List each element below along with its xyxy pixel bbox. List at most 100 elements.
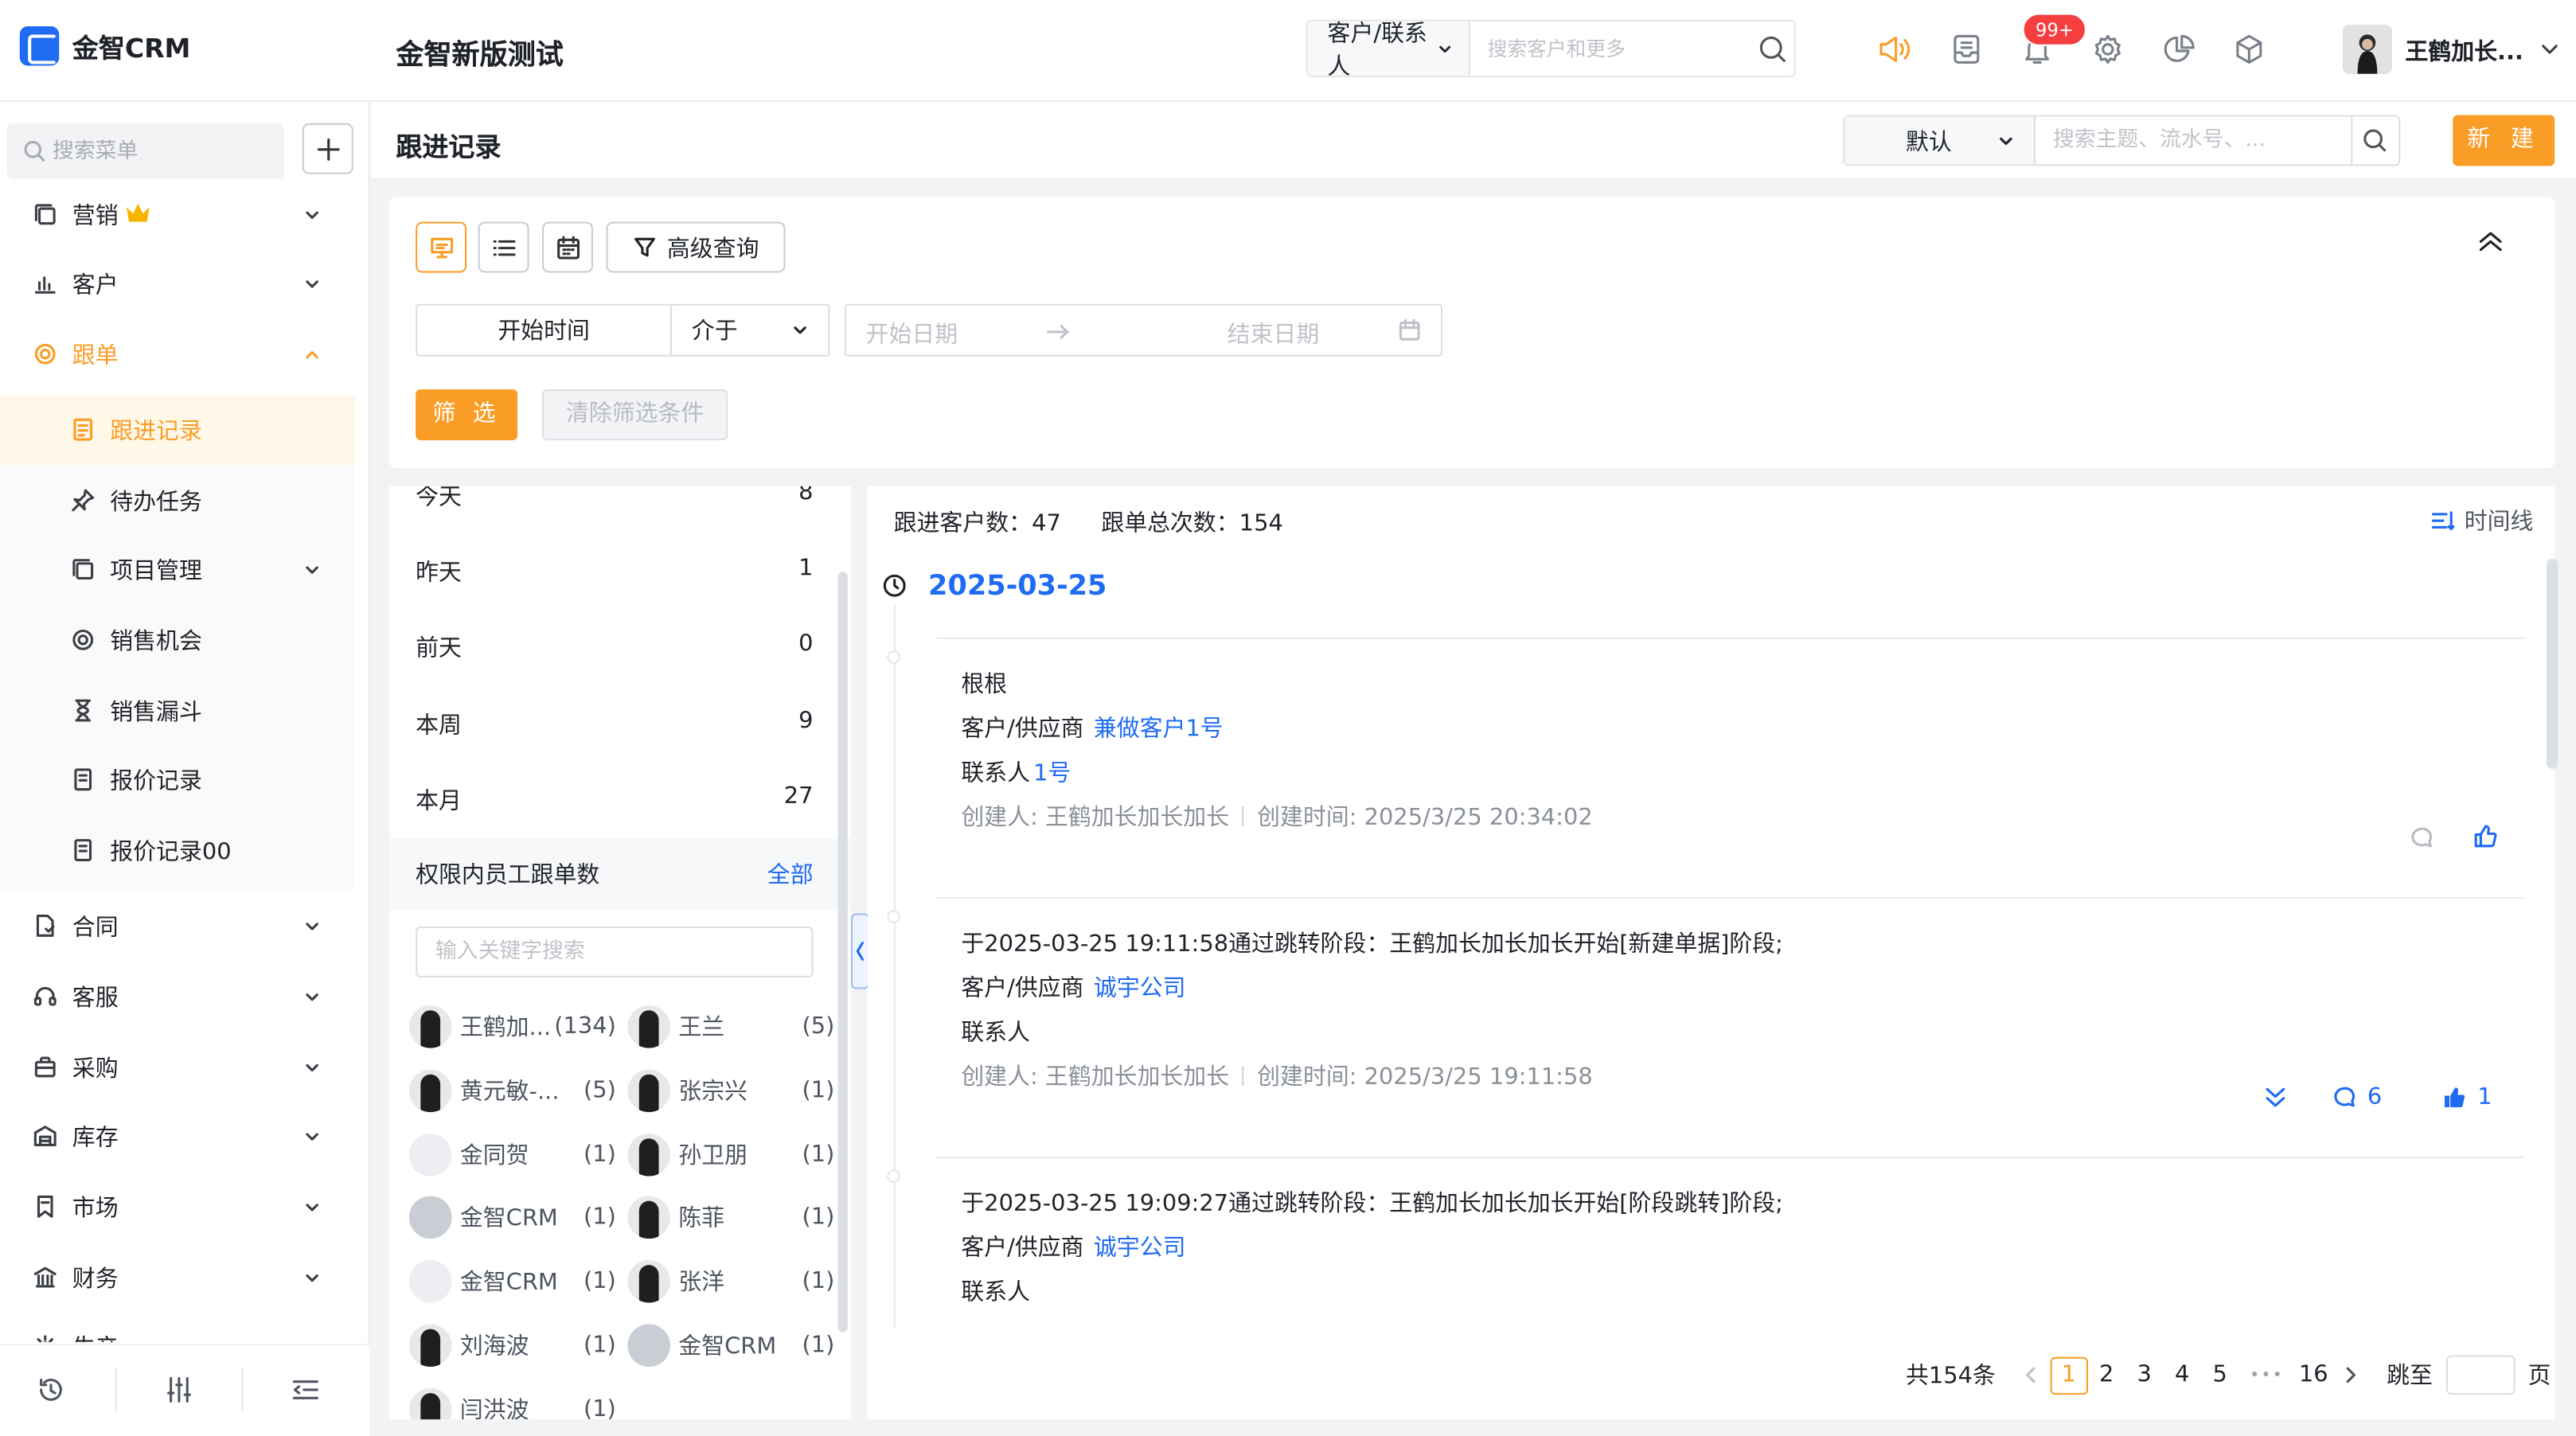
period-stat-row[interactable]: 昨天 1: [416, 556, 813, 588]
announcement-speaker-icon[interactable]: [1876, 31, 1912, 67]
user-avatar[interactable]: [2342, 24, 2392, 74]
global-search-input[interactable]: [1470, 21, 1751, 76]
expand-record-button[interactable]: [2262, 1084, 2289, 1110]
clear-filter-button[interactable]: 清除筛选条件: [542, 389, 728, 441]
like-button[interactable]: 1: [2441, 1084, 2492, 1110]
page-number[interactable]: 4: [2163, 1362, 2200, 1388]
next-page-icon[interactable]: [2332, 1365, 2370, 1385]
employee-item[interactable]: 金同贺 (1): [408, 1133, 616, 1176]
view-calendar-button[interactable]: [542, 221, 594, 273]
employee-item[interactable]: 刘海波 (1): [408, 1324, 616, 1368]
customer-link[interactable]: 诚宇公司: [1094, 1235, 1186, 1262]
sidebar-item[interactable]: 客户: [0, 250, 355, 319]
stats-scrollbar[interactable]: [837, 572, 848, 1333]
sidebar-item[interactable]: 采购: [0, 1033, 355, 1102]
view-select[interactable]: 默认: [1844, 116, 2035, 165]
panel-toggle-handle[interactable]: [851, 913, 869, 989]
period-stat-row[interactable]: 今天 8: [416, 486, 813, 513]
view-kanban-button[interactable]: [416, 221, 467, 273]
new-record-button[interactable]: 新 建: [2453, 115, 2555, 166]
user-name[interactable]: 王鹤加长...: [2405, 34, 2523, 67]
date-range-picker[interactable]: 开始日期 结束日期: [844, 303, 1443, 357]
employee-item[interactable]: 王鹤加... (134): [408, 1005, 616, 1048]
comment-button[interactable]: [2409, 825, 2435, 851]
view-list-button[interactable]: [478, 221, 529, 273]
sidebar-item[interactable]: 跟进记录: [0, 396, 355, 466]
page-number[interactable]: 5: [2201, 1362, 2238, 1388]
search-scope-select[interactable]: 客户/联系人: [1307, 21, 1471, 80]
employee-item[interactable]: 金智CRM... (1): [408, 1260, 616, 1303]
sidebar-item-label: 销售漏斗: [110, 700, 202, 727]
contact-link[interactable]: 1号: [1033, 761, 1071, 787]
jump-page-input[interactable]: [2445, 1355, 2516, 1395]
advanced-query-button[interactable]: 高级查询: [606, 221, 786, 273]
app-logo[interactable]: 金智CRM: [19, 26, 191, 66]
timeline-date: 2025-03-25: [928, 570, 1107, 603]
sidebar-item[interactable]: 营销: [0, 181, 355, 250]
timeline-view-toggle[interactable]: 时间线: [2431, 505, 2533, 537]
sidebar-item[interactable]: 销售漏斗: [0, 677, 355, 746]
search-icon[interactable]: [2350, 116, 2398, 165]
follow-up-record[interactable]: 根根 客户/供应商 兼做客户1号 联系人 1号 创建人: 王鹤加长加长加长 创建时间: 20…: [961, 667, 2505, 897]
employee-item[interactable]: 王兰 (5): [627, 1005, 834, 1048]
employee-item[interactable]: 黄元敏-... (5): [408, 1069, 616, 1112]
menu-search-input[interactable]: [53, 139, 267, 164]
sidebar-item[interactable]: 销售机会: [0, 607, 355, 676]
page-number[interactable]: 2: [2088, 1362, 2125, 1388]
sidebar-item[interactable]: 财务: [0, 1243, 355, 1313]
filter-operator-select[interactable]: 介于: [672, 306, 828, 355]
sidebar-item[interactable]: 生产: [0, 1313, 355, 1343]
pie-chart-icon[interactable]: [2160, 31, 2196, 67]
sidebar-item[interactable]: 合同: [0, 892, 355, 962]
employee-item[interactable]: 陈菲 (1): [627, 1196, 834, 1239]
start-date-placeholder[interactable]: 开始日期: [866, 317, 958, 349]
employee-item[interactable]: 张洋 (1): [627, 1260, 834, 1303]
period-stat-row[interactable]: 本月 27: [416, 783, 813, 816]
period-stat-row[interactable]: 前天 0: [416, 630, 813, 663]
history-icon[interactable]: [36, 1375, 65, 1404]
page-ellipsis[interactable]: •••: [2238, 1366, 2294, 1384]
page-number[interactable]: 16: [2295, 1362, 2332, 1388]
sidebar-item[interactable]: 待办任务: [0, 466, 355, 536]
sidebar-item[interactable]: 市场: [0, 1173, 355, 1243]
sidebar-item[interactable]: 跟单: [0, 320, 355, 389]
sidebar-item-label: 跟单: [72, 343, 119, 370]
show-all-link[interactable]: 全部: [767, 857, 814, 890]
sliders-icon[interactable]: [164, 1375, 193, 1404]
filter-field-select[interactable]: 开始时间: [417, 305, 673, 355]
like-button[interactable]: [2473, 823, 2499, 849]
follow-up-record[interactable]: 于2025-03-25 19:11:58通过跳转阶段：王鹤加长加长加长开始[新建…: [961, 927, 2505, 1157]
timeline-scrollbar[interactable]: [2546, 558, 2558, 769]
sidebar-item[interactable]: 库存: [0, 1102, 355, 1172]
follow-up-record[interactable]: 于2025-03-25 19:09:27通过跳转阶段：王鹤加长加长加长开始[阶段…: [961, 1186, 2505, 1317]
employee-item[interactable]: 金智CRM... (1): [408, 1196, 616, 1239]
collapse-menu-icon[interactable]: [291, 1375, 320, 1404]
user-menu-chevron-icon[interactable]: [2540, 40, 2560, 60]
sidebar-item[interactable]: 客服: [0, 962, 355, 1032]
prev-page-icon[interactable]: [2012, 1365, 2050, 1385]
avatar: [627, 1324, 671, 1368]
employee-item[interactable]: 孙卫朋 (1): [627, 1133, 834, 1176]
add-menu-button[interactable]: [302, 123, 353, 174]
gear-icon[interactable]: [2090, 31, 2125, 67]
comment-button[interactable]: 6: [2332, 1084, 2382, 1110]
customer-link[interactable]: 诚宇公司: [1094, 976, 1186, 1002]
period-stat-row[interactable]: 本周 9: [416, 708, 813, 740]
search-icon[interactable]: [1751, 21, 1794, 76]
apply-filter-button[interactable]: 筛 选: [416, 389, 518, 441]
cube-icon[interactable]: [2231, 31, 2267, 67]
record-search-input[interactable]: [2035, 116, 2351, 165]
page-number[interactable]: 1: [2050, 1356, 2088, 1395]
sidebar-item[interactable]: 报价记录00: [0, 817, 355, 886]
sidebar-item[interactable]: 项目管理: [0, 536, 355, 605]
employee-item[interactable]: 闫洪波 (1): [408, 1387, 616, 1420]
employee-item[interactable]: 金智CRM... (1): [627, 1324, 834, 1368]
employee-item[interactable]: 张宗兴 (1): [627, 1069, 834, 1112]
customer-link[interactable]: 兼做客户1号: [1094, 716, 1224, 743]
inbox-icon[interactable]: [1949, 31, 1985, 67]
sidebar-item[interactable]: 报价记录: [0, 746, 355, 815]
collapse-filters-icon[interactable]: [2476, 227, 2505, 256]
employee-keyword-input[interactable]: [416, 926, 814, 977]
page-number[interactable]: 3: [2125, 1362, 2163, 1388]
end-date-placeholder[interactable]: 结束日期: [1228, 317, 1320, 349]
